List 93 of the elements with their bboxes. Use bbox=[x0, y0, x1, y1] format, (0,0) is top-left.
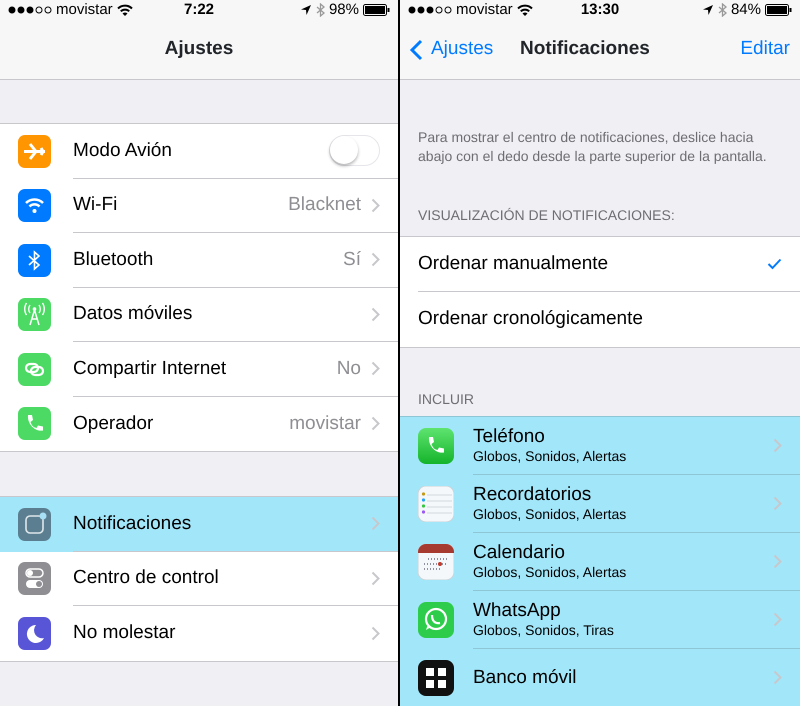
app-detail: Globos, Sonidos, Tiras bbox=[473, 622, 615, 639]
wifi-icon bbox=[116, 4, 133, 16]
switches-icon bbox=[18, 562, 51, 596]
calendar-icon bbox=[418, 544, 454, 580]
reminders-icon bbox=[418, 486, 454, 522]
app-name: Banco móvil bbox=[473, 666, 578, 688]
row-value: movistar bbox=[289, 412, 361, 436]
location-icon bbox=[702, 4, 714, 16]
battery-icon bbox=[363, 4, 390, 16]
section-header: VISUALIZACIÓN DE NOTIFICACIONES: bbox=[418, 206, 676, 224]
bluetooth-icon bbox=[18, 244, 51, 277]
edit-button[interactable]: Editar bbox=[740, 35, 790, 64]
app-detail: Globos, Sonidos, Alertas bbox=[473, 506, 628, 523]
battery-icon bbox=[765, 4, 792, 16]
antenna-icon bbox=[18, 298, 51, 332]
settings-row[interactable]: Notificaciones bbox=[0, 497, 398, 552]
toggle-switch[interactable] bbox=[329, 135, 380, 166]
notifications-icon bbox=[18, 508, 51, 541]
moon-icon bbox=[18, 616, 51, 650]
chevron-icon bbox=[371, 626, 380, 641]
row-value: Blacknet bbox=[288, 193, 361, 217]
chevron-icon bbox=[371, 516, 380, 532]
section-header: INCLUIR bbox=[418, 390, 476, 408]
carrier-name: movistar bbox=[456, 0, 513, 20]
row-value: Sí bbox=[343, 248, 361, 272]
chevron-icon bbox=[773, 670, 782, 685]
bluetooth-icon bbox=[718, 3, 727, 17]
settings-row[interactable]: Wi-Fi Blacknet bbox=[0, 178, 398, 233]
chain-link-icon bbox=[18, 352, 51, 386]
chevron-icon bbox=[371, 416, 380, 432]
row-label: Operador bbox=[73, 412, 154, 436]
chevron-icon bbox=[371, 198, 380, 213]
screen-title: Notificaciones bbox=[520, 37, 651, 62]
settings-row[interactable]: Bluetooth Sí bbox=[0, 233, 398, 288]
settings-row[interactable]: No molestar bbox=[0, 606, 398, 660]
row-label: Datos móviles bbox=[73, 302, 194, 326]
status-time: 7:22 bbox=[184, 0, 214, 20]
row-label: Modo Avión bbox=[73, 138, 173, 162]
app-detail: Globos, Sonidos, Alertas bbox=[473, 564, 628, 581]
chevron-icon bbox=[773, 438, 782, 453]
carrier-name: movistar bbox=[56, 0, 113, 20]
settings-row[interactable]: Compartir Internet No bbox=[0, 342, 398, 396]
chevron-icon bbox=[371, 306, 380, 322]
sort-option[interactable]: Ordenar cronológicamente bbox=[400, 292, 800, 347]
app-row[interactable]: Calendario Globos, Sonidos, Alertas bbox=[400, 533, 800, 591]
location-icon bbox=[300, 4, 312, 16]
row-label: Bluetooth bbox=[73, 248, 154, 272]
wifi-icon bbox=[516, 4, 533, 16]
app-name: Teléfono bbox=[473, 426, 546, 448]
settings-row[interactable]: Datos móviles bbox=[0, 288, 398, 342]
row-value: No bbox=[336, 356, 361, 380]
settings-row[interactable]: Modo Avión bbox=[0, 124, 398, 178]
battery-percent: 84% bbox=[730, 0, 761, 20]
app-row[interactable]: WhatsApp Globos, Sonidos, Tiras bbox=[400, 591, 800, 649]
airplane-icon bbox=[18, 134, 51, 168]
row-label: Centro de control bbox=[73, 566, 220, 590]
option-label: Ordenar cronológicamente bbox=[418, 307, 644, 332]
checkmark-icon bbox=[767, 258, 782, 270]
settings-row[interactable]: Operador movistar bbox=[0, 396, 398, 451]
chevron-icon bbox=[773, 496, 782, 511]
wifi-icon bbox=[18, 189, 51, 222]
app-row[interactable]: Banco móvil bbox=[400, 649, 800, 706]
settings-row[interactable]: Centro de control bbox=[0, 552, 398, 606]
status-time: 13:30 bbox=[580, 0, 620, 20]
option-label: Ordenar manualmente bbox=[418, 252, 610, 276]
app-row[interactable]: Recordatorios Globos, Sonidos, Alertas bbox=[400, 475, 800, 533]
row-label: Wi-Fi bbox=[73, 193, 118, 217]
description-text: Para mostrar el centro de notificaciones, deslice hacia abajo con el dedo desde la parte superior de la pantalla. bbox=[418, 128, 768, 166]
row-label: Compartir Internet bbox=[73, 356, 228, 380]
bluetooth-icon bbox=[316, 3, 325, 17]
chat-bubble-icon bbox=[418, 602, 454, 638]
chevron-icon bbox=[773, 612, 782, 627]
row-label: Notificaciones bbox=[73, 512, 192, 536]
back-button[interactable]: Ajustes bbox=[410, 35, 520, 64]
chevron-icon bbox=[371, 361, 380, 376]
phone-icon bbox=[418, 428, 454, 464]
phone-icon bbox=[18, 407, 51, 440]
app-name: Calendario bbox=[473, 542, 566, 564]
chevron-icon bbox=[371, 570, 380, 586]
row-label: No molestar bbox=[73, 621, 176, 645]
app-name: Recordatorios bbox=[473, 484, 592, 506]
battery-percent: 98% bbox=[328, 0, 359, 20]
app-detail: Globos, Sonidos, Alertas bbox=[473, 448, 628, 465]
signal-icon bbox=[8, 6, 52, 14]
sort-option[interactable]: Ordenar manualmente bbox=[400, 237, 800, 292]
back-chevron-icon bbox=[410, 38, 423, 60]
chevron-icon bbox=[371, 252, 380, 268]
chevron-icon bbox=[773, 554, 782, 569]
signal-icon bbox=[408, 6, 452, 14]
app-row[interactable]: Teléfono Globos, Sonidos, Alertas bbox=[400, 417, 800, 475]
app-name: WhatsApp bbox=[473, 600, 562, 622]
screen-title: Ajustes bbox=[164, 37, 234, 62]
grid-icon bbox=[418, 660, 454, 696]
